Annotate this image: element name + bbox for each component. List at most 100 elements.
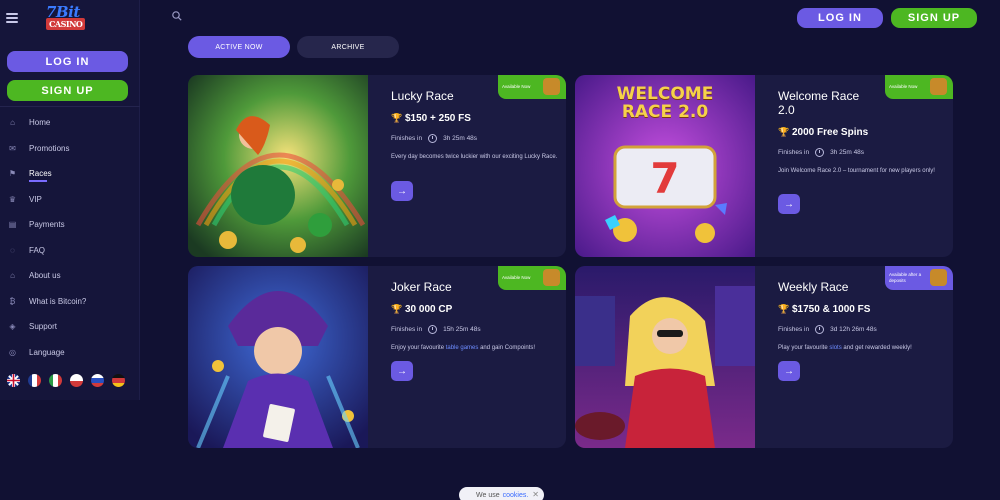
header-login-button[interactable]: LOG IN bbox=[797, 8, 883, 28]
arrow-right-icon: → bbox=[397, 185, 407, 197]
description-text: Play your favourite bbox=[778, 345, 828, 351]
flag-de-icon[interactable] bbox=[112, 374, 125, 387]
lucky-race-image bbox=[188, 75, 368, 257]
weekly-race-image bbox=[575, 266, 755, 448]
header-signup-button[interactable]: SIGN UP bbox=[891, 8, 977, 28]
sidebar: 7Bit CASINO LOG IN SIGN UP ⌂ Home ✉ Prom… bbox=[0, 0, 140, 400]
vip-crown-icon: ♛ bbox=[8, 194, 17, 204]
sidebar-item-label: Payments bbox=[29, 220, 65, 230]
finishes-label: Finishes in bbox=[391, 326, 423, 333]
race-title: Joker Race bbox=[391, 280, 452, 294]
sidebar-item-label: Home bbox=[29, 118, 51, 128]
sidebar-item-bitcoin[interactable]: ₿ What is Bitcoin? bbox=[0, 289, 140, 315]
race-prize: 🏆 30 000 CP bbox=[391, 304, 558, 315]
race-countdown: Finishes in 15h 25m 48s bbox=[391, 325, 558, 334]
race-countdown: Finishes in 3h 25m 48s bbox=[778, 148, 945, 157]
race-countdown: Finishes in 3h 25m 48s bbox=[391, 134, 558, 143]
slots-link[interactable]: slots bbox=[829, 345, 841, 351]
table-games-link[interactable]: table games bbox=[446, 345, 479, 351]
prize-text: $1750 & 1000 FS bbox=[792, 304, 871, 315]
flag-fr-icon[interactable] bbox=[28, 374, 41, 387]
payments-icon: ▤ bbox=[8, 220, 17, 230]
countdown-value: 3h 25m 48s bbox=[443, 135, 478, 142]
flag-uk-icon[interactable] bbox=[7, 374, 20, 387]
sidebar-item-label: What is Bitcoin? bbox=[29, 296, 87, 306]
sidebar-item-label: FAQ bbox=[29, 245, 46, 255]
race-card-weekly: Available after a deposits Weekly Race 🏆… bbox=[575, 266, 953, 448]
search-icon[interactable] bbox=[172, 11, 182, 21]
cookies-link[interactable]: cookies. bbox=[503, 492, 529, 499]
close-icon[interactable]: ✕ bbox=[532, 490, 539, 499]
joker-race-image bbox=[188, 266, 368, 448]
sidebar-item-races[interactable]: ⚑ Races bbox=[0, 161, 140, 187]
race-prize: 🏆 2000 Free Spins bbox=[778, 127, 945, 138]
finishes-label: Finishes in bbox=[391, 135, 423, 142]
description-text: and get rewarded weekly! bbox=[843, 345, 912, 351]
open-race-button[interactable]: → bbox=[391, 181, 413, 201]
trophy-icon: 🏆 bbox=[778, 304, 790, 314]
open-race-button[interactable]: → bbox=[778, 194, 800, 214]
countdown-value: 3h 25m 48s bbox=[830, 149, 865, 156]
clock-icon bbox=[815, 148, 825, 157]
sidebar-item-label: About us bbox=[29, 271, 61, 281]
race-info: Lucky Race 🏆 $150 + 250 FS Finishes in 3… bbox=[391, 89, 558, 163]
logo[interactable]: 7Bit CASINO bbox=[46, 5, 86, 30]
sidebar-menu: ⌂ Home ✉ Promotions ⚑ Races ♛ VIP ▤ Paym… bbox=[0, 110, 140, 365]
countdown-value: 15h 25m 48s bbox=[443, 326, 481, 333]
description-text: and gain Compoints! bbox=[480, 345, 536, 351]
sidebar-item-support[interactable]: ◈ Support bbox=[0, 314, 140, 340]
race-title: Welcome Race 2.0 bbox=[778, 89, 860, 117]
sidebar-item-label: VIP bbox=[29, 194, 42, 204]
races-icon: ⚑ bbox=[8, 169, 17, 179]
open-race-button[interactable]: → bbox=[778, 361, 800, 381]
sidebar-item-payments[interactable]: ▤ Payments bbox=[0, 212, 140, 238]
home-icon: ⌂ bbox=[10, 118, 15, 128]
race-title: Lucky Race bbox=[391, 89, 454, 103]
sidebar-item-promotions[interactable]: ✉ Promotions bbox=[0, 136, 140, 162]
language-flags bbox=[7, 374, 125, 387]
sidebar-item-vip[interactable]: ♛ VIP bbox=[0, 187, 140, 213]
flag-it-icon[interactable] bbox=[49, 374, 62, 387]
race-countdown: Finishes in 3d 12h 26m 48s bbox=[778, 325, 945, 334]
flag-ru-icon[interactable] bbox=[91, 374, 104, 387]
language-icon: ◎ bbox=[9, 347, 16, 357]
race-prize: 🏆 $150 + 250 FS bbox=[391, 113, 558, 124]
sidebar-item-faq[interactable]: ◌ FAQ bbox=[0, 238, 140, 264]
cookie-text: We use bbox=[476, 491, 500, 499]
race-info: Joker Race 🏆 30 000 CP Finishes in 15h 2… bbox=[391, 280, 558, 354]
race-description: Enjoy your favourite table games and gai… bbox=[391, 344, 558, 354]
sidebar-login-button[interactable]: LOG IN bbox=[7, 51, 128, 72]
race-card-lucky: Available Now Lucky Race 🏆 $150 + 250 FS… bbox=[188, 75, 566, 257]
hamburger-menu-icon[interactable] bbox=[6, 13, 18, 23]
race-card-joker: Available Now Joker Race 🏆 30 000 CP Fin… bbox=[188, 266, 566, 448]
logo-subtext: CASINO bbox=[46, 18, 86, 30]
race-card-welcome: 7 WELCOME RACE 2.0 Available Now Welcome… bbox=[575, 75, 953, 257]
race-title: Weekly Race bbox=[778, 280, 849, 294]
tab-active-now[interactable]: ACTIVE NOW bbox=[188, 36, 290, 58]
race-info: Weekly Race 🏆 $1750 & 1000 FS Finishes i… bbox=[778, 280, 945, 354]
sidebar-item-about[interactable]: ⌂ About us bbox=[0, 263, 140, 289]
sidebar-item-label: Language bbox=[29, 347, 65, 357]
promotions-icon: ✉ bbox=[9, 143, 16, 153]
race-prize: 🏆 $1750 & 1000 FS bbox=[778, 304, 945, 315]
prize-text: $150 + 250 FS bbox=[405, 113, 471, 124]
arrow-right-icon: → bbox=[784, 198, 794, 210]
description-text: Enjoy your favourite bbox=[391, 345, 445, 351]
flag-pl-icon[interactable] bbox=[70, 374, 83, 387]
trophy-icon: 🏆 bbox=[778, 127, 790, 137]
sidebar-item-home[interactable]: ⌂ Home bbox=[0, 110, 140, 136]
trophy-icon: 🏆 bbox=[391, 304, 403, 314]
sidebar-item-label: Races bbox=[29, 169, 52, 179]
open-race-button[interactable]: → bbox=[391, 361, 413, 381]
bitcoin-icon: ₿ bbox=[9, 296, 16, 306]
sidebar-signup-button[interactable]: SIGN UP bbox=[7, 80, 128, 101]
clock-icon bbox=[428, 134, 438, 143]
prize-text: 2000 Free Spins bbox=[792, 127, 869, 138]
clock-icon bbox=[815, 325, 825, 334]
tab-archive[interactable]: ARCHIVE bbox=[297, 36, 399, 58]
finishes-label: Finishes in bbox=[778, 149, 810, 156]
sidebar-item-language[interactable]: ◎ Language bbox=[0, 340, 140, 366]
prize-text: 30 000 CP bbox=[405, 304, 453, 315]
about-icon: ⌂ bbox=[10, 271, 15, 281]
race-info: Welcome Race 2.0 🏆 2000 Free Spins Finis… bbox=[778, 89, 945, 177]
